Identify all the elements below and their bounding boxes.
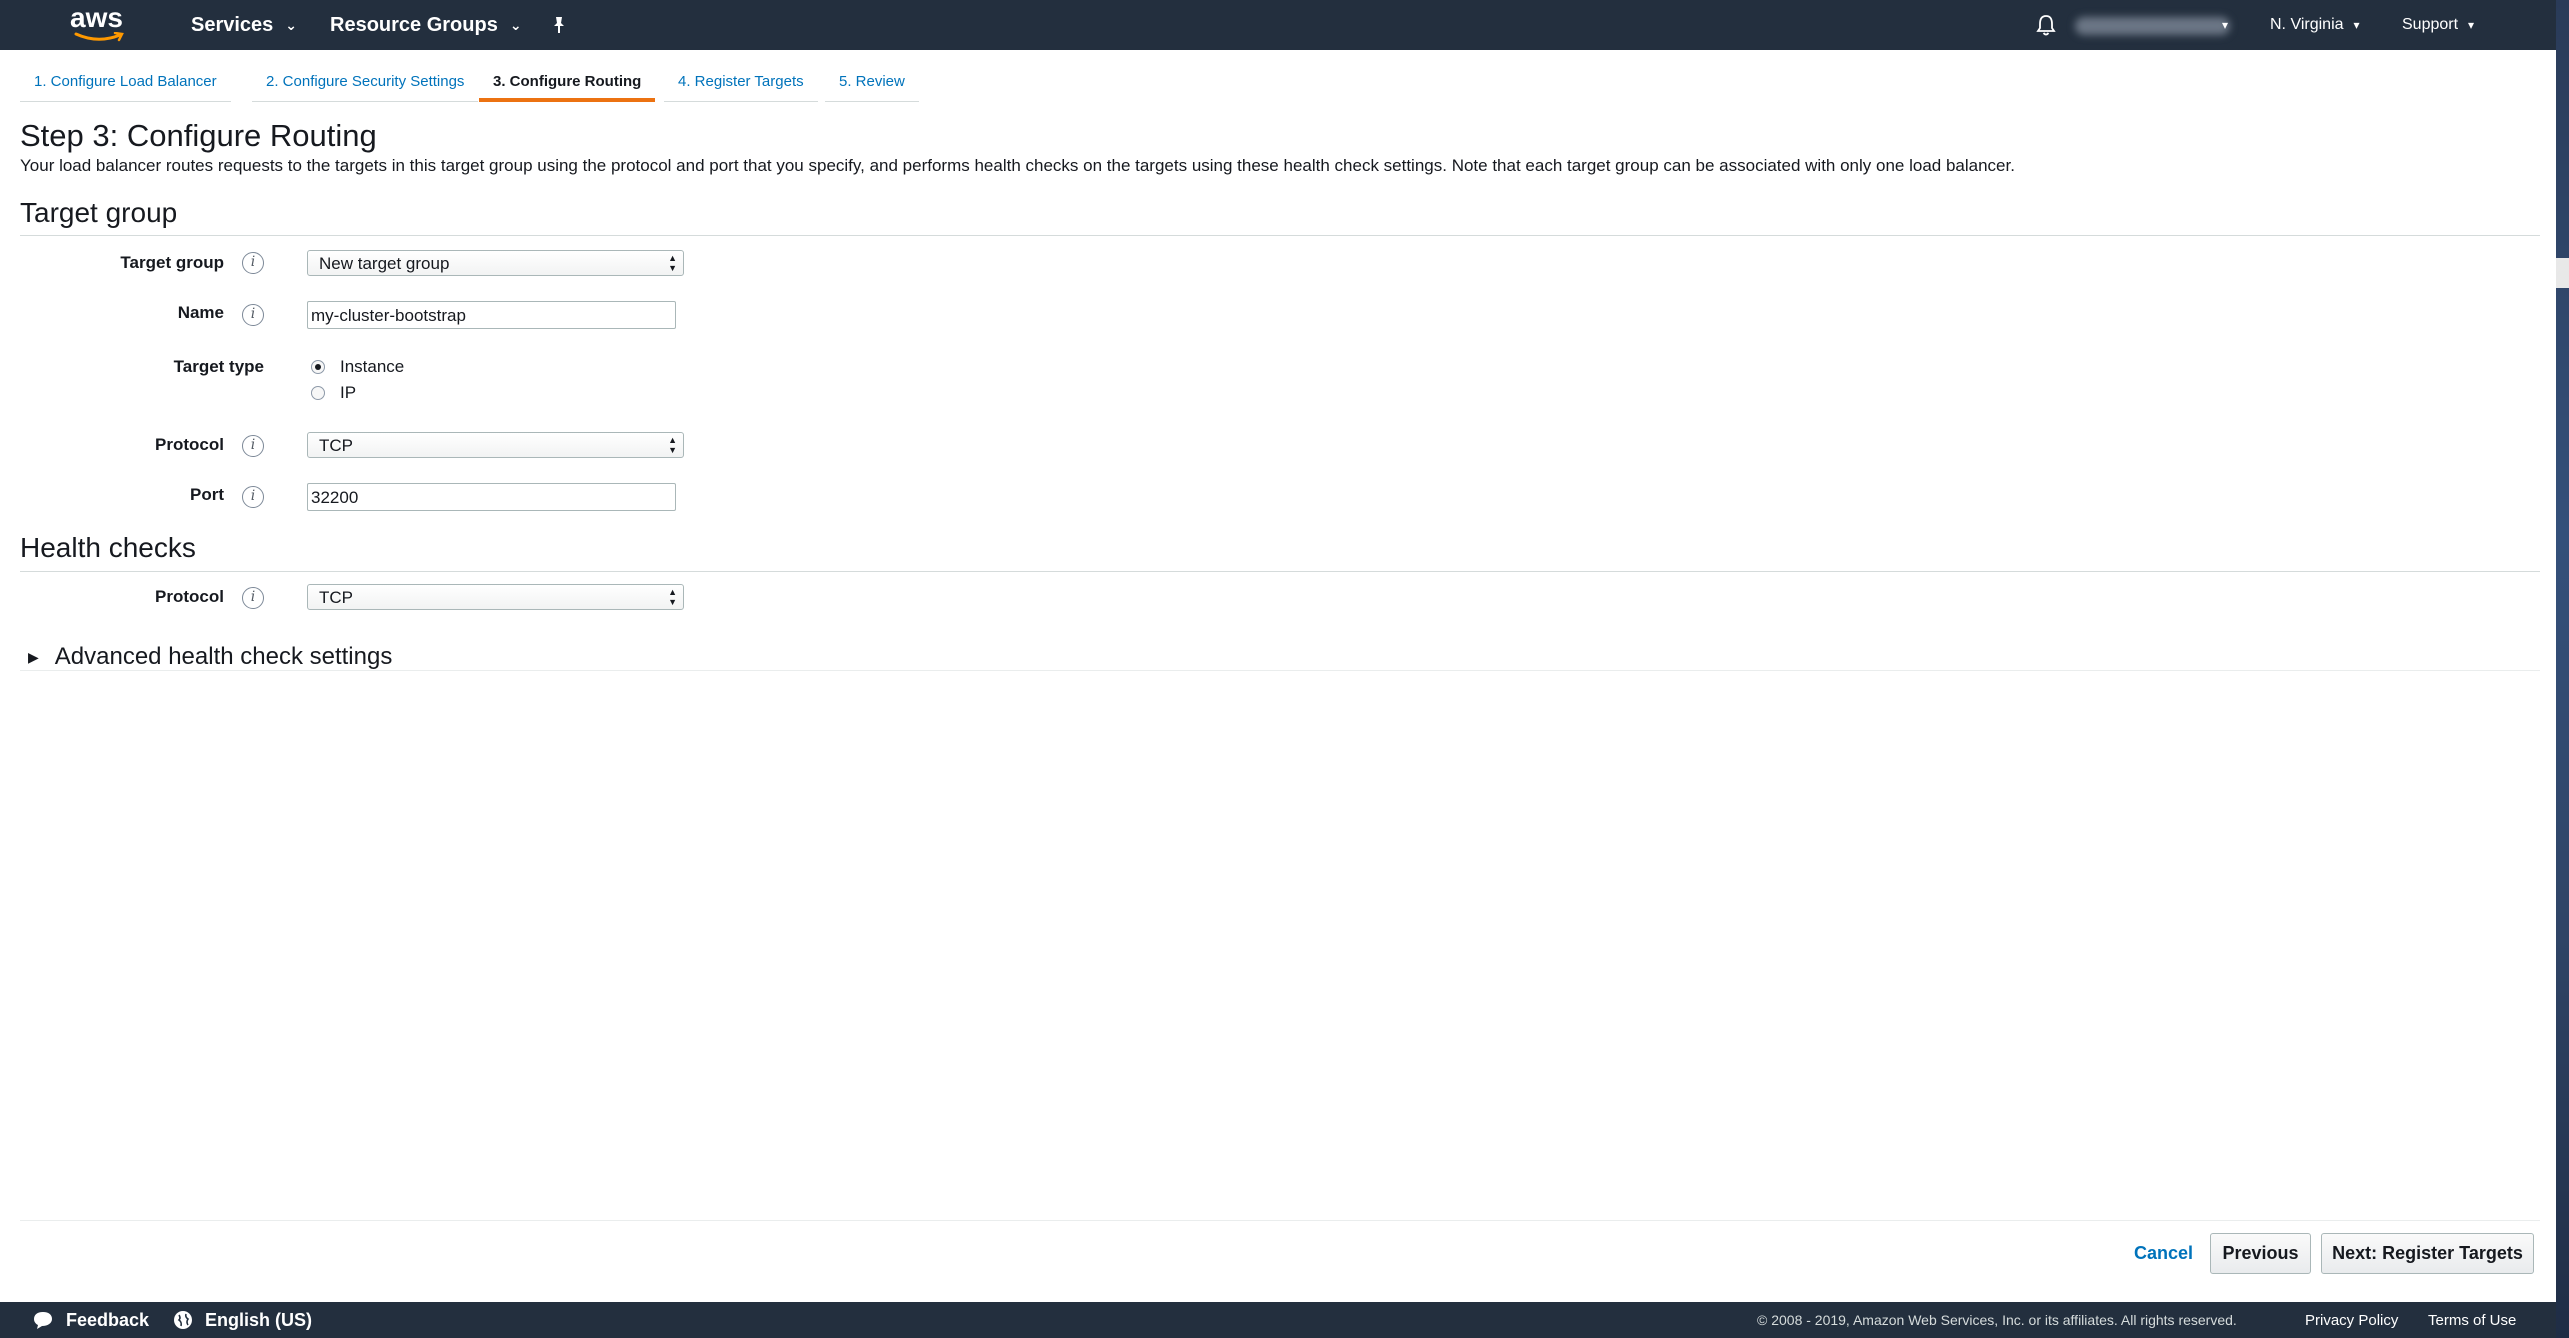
pin-icon	[554, 17, 564, 33]
info-icon[interactable]: i	[242, 486, 264, 508]
info-icon[interactable]: i	[242, 587, 264, 609]
select-arrows-icon: ▲ ▼	[668, 435, 677, 455]
select-arrows-icon: ▲ ▼	[668, 587, 677, 607]
target-group-label: Target group	[120, 253, 224, 272]
speech-bubble-icon	[32, 1310, 54, 1330]
notifications-button[interactable]	[2036, 0, 2056, 50]
services-menu[interactable]: Services ⌄	[191, 0, 297, 50]
health-protocol-selected-value: TCP	[319, 588, 353, 607]
tab-configure-security-settings[interactable]: 2. Configure Security Settings	[252, 66, 479, 102]
target-group-selected-value: New target group	[319, 254, 450, 273]
tab-configure-load-balancer[interactable]: 1. Configure Load Balancer	[20, 66, 231, 102]
pin-button[interactable]	[551, 0, 567, 50]
terms-of-use-link[interactable]: Terms of Use	[2428, 1302, 2516, 1338]
port-label: Port	[190, 485, 224, 504]
resource-groups-label: Resource Groups	[330, 13, 498, 36]
page-description: Your load balancer routes requests to th…	[20, 156, 2015, 175]
name-input[interactable]: my-cluster-bootstrap	[307, 301, 676, 329]
target-type-ip-label: IP	[340, 383, 357, 402]
health-protocol-label: Protocol	[155, 587, 224, 606]
cancel-button[interactable]: Cancel	[2134, 1243, 2193, 1264]
aws-logo[interactable]: aws	[70, 4, 126, 44]
target-type-instance-radio[interactable]	[311, 360, 325, 374]
actions-divider	[20, 1220, 2540, 1221]
privacy-policy-link[interactable]: Privacy Policy	[2305, 1302, 2398, 1338]
port-input[interactable]: 32200	[307, 483, 676, 511]
chevron-down-icon: ⌄	[285, 16, 298, 33]
protocol-selected-value: TCP	[319, 436, 353, 455]
info-icon[interactable]: i	[242, 304, 264, 326]
info-icon[interactable]: i	[242, 252, 264, 274]
advanced-health-check-toggle[interactable]: ▶ Advanced health check settings	[28, 643, 392, 671]
name-label: Name	[177, 303, 224, 322]
protocol-label: Protocol	[155, 435, 224, 454]
services-label: Services	[191, 13, 274, 36]
page-title: Step 3: Configure Routing	[20, 118, 377, 153]
select-arrows-icon: ▲ ▼	[668, 253, 677, 273]
account-caret[interactable]: ▾	[2222, 0, 2228, 50]
advanced-health-check-label: Advanced health check settings	[54, 643, 393, 670]
section-divider	[20, 571, 2540, 572]
scrollbar-thumb[interactable]	[2556, 258, 2569, 288]
region-menu[interactable]: N. Virginia ▾	[2270, 0, 2360, 50]
resource-groups-menu[interactable]: Resource Groups ⌄	[330, 0, 522, 50]
top-navigation-bar: aws Services ⌄ Resource Groups ⌄ ▾ N. Vi…	[0, 0, 2556, 50]
support-label: Support	[2402, 16, 2459, 33]
caret-right-icon: ▶	[28, 648, 39, 665]
section-title-target-group: Target group	[20, 197, 178, 228]
caret-down-icon: ▾	[2222, 18, 2229, 32]
section-title-health-checks: Health checks	[20, 532, 196, 563]
section-divider	[20, 235, 2540, 236]
bell-icon	[2036, 15, 2056, 36]
account-menu[interactable]	[2075, 17, 2230, 35]
target-type-instance-label: Instance	[340, 357, 405, 376]
target-type-label: Target type	[173, 357, 264, 376]
language-label: English (US)	[205, 1309, 312, 1330]
tab-register-targets[interactable]: 4. Register Targets	[664, 66, 818, 102]
scrollbar[interactable]	[2556, 0, 2569, 1338]
health-protocol-select[interactable]: TCP ▲ ▼	[307, 584, 684, 610]
next-register-targets-button[interactable]: Next: Register Targets	[2321, 1233, 2534, 1274]
caret-down-icon: ▾	[2353, 18, 2360, 32]
target-group-select[interactable]: New target group ▲ ▼	[307, 250, 684, 276]
tab-review[interactable]: 5. Review	[825, 66, 919, 102]
aws-logo-text: aws	[70, 2, 123, 33]
section-divider	[20, 670, 2540, 671]
info-icon[interactable]: i	[242, 435, 264, 457]
feedback-label: Feedback	[66, 1309, 150, 1330]
globe-icon	[173, 1310, 193, 1330]
tab-configure-routing[interactable]: 3. Configure Routing	[479, 66, 656, 102]
language-selector[interactable]: English (US)	[173, 1302, 312, 1338]
aws-smile-icon	[74, 32, 124, 42]
support-menu[interactable]: Support ▾	[2402, 0, 2474, 50]
protocol-select[interactable]: TCP ▲ ▼	[307, 432, 684, 458]
footer-bar: Feedback English (US) © 2008 - 2019, Ama…	[0, 1302, 2556, 1338]
caret-down-icon: ▾	[2468, 18, 2475, 32]
previous-button[interactable]: Previous	[2210, 1233, 2311, 1274]
feedback-button[interactable]: Feedback	[32, 1302, 149, 1338]
chevron-down-icon: ⌄	[509, 16, 522, 33]
target-type-ip-radio[interactable]	[311, 386, 325, 400]
copyright-text: © 2008 - 2019, Amazon Web Services, Inc.…	[1757, 1312, 2237, 1328]
region-label: N. Virginia	[2270, 16, 2344, 33]
